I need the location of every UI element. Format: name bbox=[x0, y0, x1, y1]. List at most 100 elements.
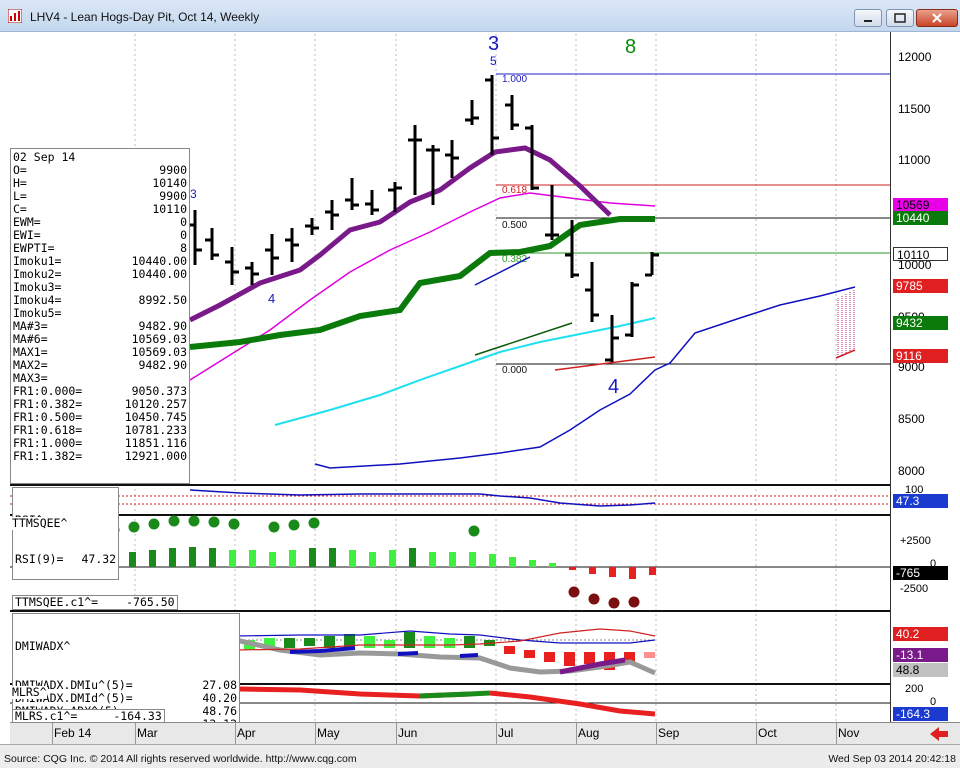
rsi-value-box: 47.3 bbox=[893, 494, 948, 508]
ohlc-bar bbox=[305, 218, 319, 235]
time-axis-label: Apr bbox=[237, 726, 256, 740]
ttm-histogram-bar bbox=[649, 567, 656, 575]
time-axis-label: Jun bbox=[398, 726, 418, 740]
ohlc-bar bbox=[485, 75, 499, 155]
price-box-red: 9785 bbox=[893, 279, 948, 293]
ohlc-bar bbox=[188, 210, 202, 265]
axis-tick bbox=[315, 723, 316, 745]
axis-tick bbox=[756, 723, 757, 745]
ohlc-bar bbox=[265, 234, 279, 275]
data-window-row: FR1:1.382= 12921.000 bbox=[13, 450, 187, 463]
ttm-histogram-bar bbox=[169, 548, 176, 567]
ttm-histogram-bar bbox=[429, 552, 436, 567]
ohlc-bar bbox=[285, 228, 299, 262]
ttm-axis-bottom: -2500 bbox=[900, 583, 929, 595]
dmi-diff-bar bbox=[464, 636, 475, 648]
ttm-histogram-bar bbox=[189, 547, 196, 567]
axis-tick bbox=[656, 723, 657, 745]
rsi-value: 47.32 bbox=[81, 552, 117, 566]
ttm-histogram-bar bbox=[469, 552, 476, 567]
time-axis-label: Jul bbox=[498, 726, 514, 740]
data-window-value: 9482.90 bbox=[138, 358, 187, 372]
data-window-value: 10440.00 bbox=[131, 267, 187, 281]
dmi-diff-bar bbox=[304, 638, 315, 646]
ttm-histogram-bar bbox=[529, 560, 536, 567]
time-axis-label: Mar bbox=[137, 726, 158, 740]
ttm-histogram-bar bbox=[309, 548, 316, 567]
data-window-value: 12921.000 bbox=[124, 449, 187, 463]
ttm-squeeze-dot bbox=[268, 521, 280, 533]
ttm-axis-top: +2500 bbox=[900, 535, 931, 547]
ttm-squeeze-dot bbox=[208, 516, 220, 528]
dmi-diff-bar bbox=[424, 636, 435, 648]
ohlc-bar bbox=[325, 200, 339, 230]
ohlc-bar bbox=[225, 247, 239, 285]
fib-label-0500: 0.500 bbox=[502, 220, 527, 231]
ttm-value-label: TTMSQEE.c1^= -765.50 bbox=[12, 595, 178, 610]
axis-tick bbox=[135, 723, 136, 745]
magenta-moving-average bbox=[189, 192, 656, 381]
ttm-histogram-bar bbox=[549, 563, 556, 567]
time-axis-label: Oct bbox=[758, 726, 777, 740]
ttm-squeeze-dot bbox=[128, 521, 140, 533]
ttm-histogram-bar bbox=[489, 554, 496, 567]
ohlc-bar bbox=[585, 262, 599, 322]
ttm-squeeze-dot bbox=[168, 515, 180, 527]
dmi-diff-bar bbox=[584, 652, 595, 664]
time-axis-label: Nov bbox=[838, 726, 860, 740]
dmi-box-red: 40.2 bbox=[893, 627, 948, 641]
ttm-histogram-bar bbox=[149, 550, 156, 567]
dmi-diff-bar bbox=[504, 646, 515, 654]
ttm-panel-label: TTMSQEE^ bbox=[12, 516, 68, 530]
ttm-squeeze-dot bbox=[308, 517, 320, 529]
dmi-diff-bar bbox=[644, 652, 655, 658]
axis-tick bbox=[576, 723, 577, 745]
ttm-histogram-bar bbox=[509, 557, 516, 567]
dmi-diff-bar bbox=[444, 638, 455, 648]
price-axis-label: 12000 bbox=[898, 50, 932, 64]
price-box-magenta: 10569 bbox=[893, 198, 948, 212]
price-box-green-lower: 9432 bbox=[893, 316, 948, 330]
ttm-squeeze-dot bbox=[628, 596, 640, 608]
time-axis[interactable]: Feb 14 Mar Apr May Jun Jul Aug Sep Oct N… bbox=[10, 722, 960, 745]
wave-label-5: 5 bbox=[490, 54, 497, 68]
dmi-diff-bar bbox=[364, 636, 375, 648]
ttm-histogram-bar bbox=[629, 567, 636, 579]
ttm-histogram-bar bbox=[389, 550, 396, 567]
ttm-histogram-bar bbox=[349, 550, 356, 567]
ttm-histogram-bar bbox=[249, 550, 256, 567]
panel-separator bbox=[10, 484, 890, 486]
price-axis-label: 11000 bbox=[898, 153, 931, 167]
dmi-diff-bar bbox=[524, 650, 535, 658]
time-axis-label: Aug bbox=[578, 726, 600, 740]
ohlc-bar bbox=[245, 262, 259, 285]
data-window: 02 Sep 14 O= 9900 H= 10140 L= 9900 C= 10110 EWM=… bbox=[10, 148, 190, 484]
left-arrow-icon[interactable] bbox=[928, 726, 950, 742]
price-axis-label: 8000 bbox=[898, 464, 925, 478]
ttm-squeeze-dot bbox=[468, 525, 480, 537]
ttm-squeeze-dot bbox=[568, 586, 580, 598]
dmi-box-gray: 48.8 bbox=[893, 663, 948, 677]
wave-label-3: 3 bbox=[488, 33, 499, 55]
ohlc-bar bbox=[365, 190, 379, 215]
ttm-histogram-bar bbox=[569, 567, 576, 570]
axis-tick bbox=[52, 723, 53, 745]
timestamp: Wed Sep 03 2014 20:42:18 bbox=[828, 753, 956, 765]
ttm-histogram-bar bbox=[229, 550, 236, 567]
ohlc-bar bbox=[625, 282, 639, 337]
ttm-squeeze-dot bbox=[148, 518, 160, 530]
price-box-red-lower: 9116 bbox=[893, 349, 948, 363]
price-box-green: 10440 bbox=[893, 211, 948, 225]
wave-label-3-side: 3 bbox=[190, 187, 197, 201]
dmi-box-purple: -13.1 bbox=[893, 648, 948, 662]
ttm-squeeze-dot bbox=[288, 519, 300, 531]
rsi-panel bbox=[10, 489, 890, 507]
price-box-last: 10110 bbox=[893, 247, 948, 262]
panel-separator bbox=[10, 514, 890, 516]
wave-label-4-low: 4 bbox=[608, 376, 619, 398]
fib-label-0000: 0.000 bbox=[502, 365, 527, 376]
cyan-moving-average bbox=[274, 317, 656, 426]
price-axis bbox=[890, 32, 960, 722]
ttm-histogram-bar bbox=[369, 552, 376, 567]
ttm-histogram-bar bbox=[409, 548, 416, 567]
